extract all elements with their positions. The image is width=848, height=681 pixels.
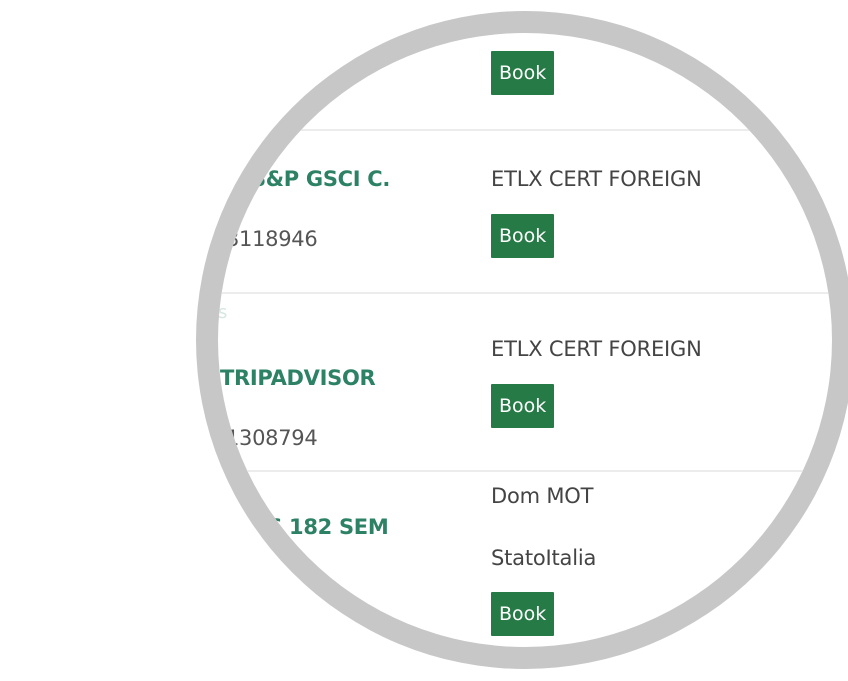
instrument-name-link[interactable]: TRIPADVISOR: [220, 366, 376, 390]
row-divider: [218, 292, 832, 294]
book-button[interactable]: Book: [491, 592, 555, 636]
magnifier-view: Book H.S&P GSCI C. 3118946 ETLX CERT FOR…: [218, 33, 832, 647]
book-button[interactable]: Book: [491, 51, 555, 95]
instrument-table: Book H.S&P GSCI C. 3118946 ETLX CERT FOR…: [218, 33, 832, 647]
screenshot-stage: Book H.S&P GSCI C. 3118946 ETLX CERT FOR…: [0, 0, 848, 681]
market-label: Dom MOT: [491, 484, 594, 508]
book-button[interactable]: Book: [491, 214, 555, 258]
row-divider: [218, 470, 832, 472]
row-divider: [218, 129, 832, 131]
instrument-code: 3118946: [226, 227, 318, 251]
instrument-code: 1308794: [226, 426, 318, 450]
faint-text-fragment: s: [218, 302, 228, 323]
market-sublabel: StatoItalia: [491, 546, 597, 570]
book-button[interactable]: Book: [491, 384, 555, 428]
instrument-name-link[interactable]: /16 182 SEM: [246, 515, 389, 539]
market-label: ETLX CERT FOREIGN: [491, 337, 702, 361]
instrument-name-link[interactable]: H.S&P GSCI C.: [226, 167, 390, 191]
market-label: ETLX CERT FOREIGN: [491, 167, 702, 191]
